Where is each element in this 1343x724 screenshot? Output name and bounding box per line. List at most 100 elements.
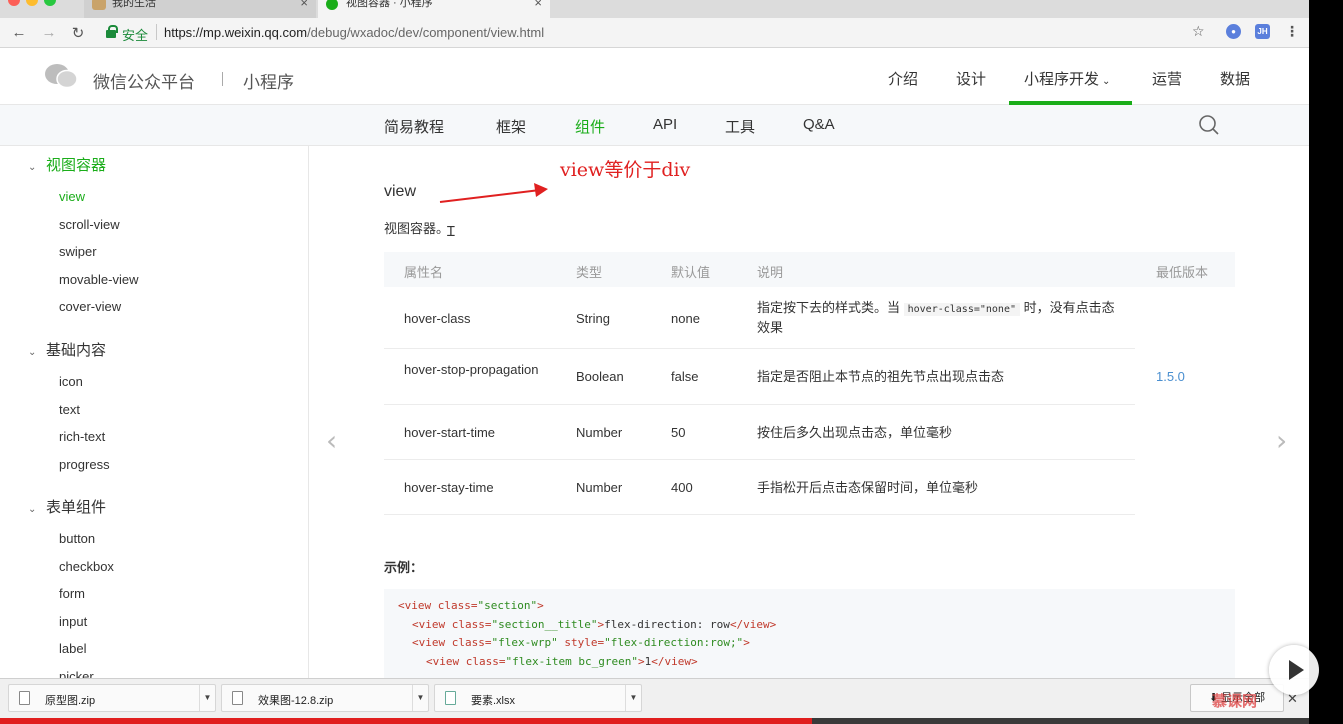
code-line: <view class="section"> xyxy=(398,599,544,612)
menu-kebab-icon[interactable]: ⋮ xyxy=(1285,23,1299,40)
browser-tab[interactable]: 我的生活 × xyxy=(84,0,316,18)
sidebar-group-view-containers[interactable]: ⌄ 视图容器 xyxy=(28,154,106,175)
nav-dev[interactable]: 小程序开发 ⌄ xyxy=(1024,68,1110,89)
site-header: 微信公众平台 小程序 介绍 设计 小程序开发 ⌄ 运营 数据 xyxy=(0,48,1309,105)
column-header: 类型 xyxy=(576,265,603,280)
profile-badge[interactable]: JH xyxy=(1255,24,1270,39)
chevron-down-icon: ⌄ xyxy=(28,162,37,173)
watermark: 慕课网 xyxy=(1212,693,1258,710)
play-icon[interactable] xyxy=(1269,645,1319,695)
attr-description: 指定按下去的样式类。当 hover-class="none" 时，没有点击态效果 xyxy=(757,299,1117,337)
chevron-down-icon: ⌄ xyxy=(28,347,37,358)
attr-description: 按住后多久出现点击态，单位毫秒 xyxy=(757,425,953,440)
tab-close-icon[interactable]: × xyxy=(300,0,308,9)
attr-default: none xyxy=(671,311,700,326)
previous-page-chevron-icon[interactable]: ‹ xyxy=(326,424,337,457)
sidebar-item-text[interactable]: text xyxy=(59,402,80,417)
attr-name: hover-stay-time xyxy=(404,480,494,495)
downloads-bar: 原型图.zip ▼ 效果图-12.8.zip ▼ 要素.xlsx ▼ ⬇ 显示全… xyxy=(0,678,1309,718)
url-host: https://mp.weixin.qq.com xyxy=(164,25,308,40)
sidebar-group-form-components[interactable]: ⌄ 表单组件 xyxy=(28,496,106,517)
site-name[interactable]: 微信公众平台 xyxy=(93,68,195,93)
subnav-qa[interactable]: Q&A xyxy=(803,116,835,133)
sidebar-item-rich-text[interactable]: rich-text xyxy=(59,429,105,444)
bookmark-star-icon[interactable]: ☆ xyxy=(1192,23,1205,40)
sidebar-item-progress[interactable]: progress xyxy=(59,457,110,472)
text-cursor-icon: Ɪ xyxy=(447,223,455,239)
browser-tab-active[interactable]: 视图容器 · 小程序 × xyxy=(318,0,550,18)
attr-name: hover-stop-propagation xyxy=(404,362,539,377)
sidebar-item-form[interactable]: form xyxy=(59,586,85,601)
sidebar-item-label[interactable]: label xyxy=(59,641,86,656)
chevron-down-icon: ⌄ xyxy=(1102,76,1111,87)
caret-down-icon[interactable]: ▼ xyxy=(625,685,641,711)
search-icon[interactable] xyxy=(1198,114,1220,136)
sidebar-item-icon[interactable]: icon xyxy=(59,374,83,389)
subnav-tutorial[interactable]: 简易教程 xyxy=(384,116,444,137)
subnav-tools[interactable]: 工具 xyxy=(725,116,755,137)
table-row: hover-stop-propagation Boolean false 指定是… xyxy=(384,349,1185,405)
web-page: 微信公众平台 小程序 介绍 设计 小程序开发 ⌄ 运营 数据 简易教程 框架 组件… xyxy=(0,48,1309,678)
column-header: 最低版本 xyxy=(1156,265,1209,280)
sidebar-item-movable-view[interactable]: movable-view xyxy=(59,272,138,287)
subnav-framework[interactable]: 框架 xyxy=(496,116,526,137)
download-item[interactable]: 效果图-12.8.zip ▼ xyxy=(221,684,429,712)
reload-icon[interactable]: ↻ xyxy=(69,24,87,42)
sidebar-group-basic-content[interactable]: ⌄ 基础内容 xyxy=(28,339,106,360)
site-subtitle[interactable]: 小程序 xyxy=(243,68,294,93)
url-text[interactable]: https://mp.weixin.qq.com/debug/wxadoc/de… xyxy=(164,25,544,40)
sidebar-item-button[interactable]: button xyxy=(59,531,95,546)
next-page-chevron-icon[interactable]: › xyxy=(1276,424,1287,457)
subnav-api[interactable]: API xyxy=(653,116,677,133)
sidebar-item-input[interactable]: input xyxy=(59,614,87,629)
table-row: hover-start-time Number 50 按住后多久出现点击态，单位… xyxy=(384,405,1135,460)
nav-intro[interactable]: 介绍 xyxy=(888,68,918,89)
sidebar-item-swiper[interactable]: swiper xyxy=(59,244,97,259)
caret-down-icon[interactable]: ▼ xyxy=(412,685,428,711)
attr-default: 400 xyxy=(671,480,693,495)
column-header: 默认值 xyxy=(671,265,711,280)
attr-version[interactable]: 1.5.0 xyxy=(1156,369,1185,384)
code-line: <view class="flex-item bc_green">1</view… xyxy=(426,654,698,668)
extension-icon[interactable]: ● xyxy=(1226,24,1241,39)
wechat-logo-icon[interactable] xyxy=(44,63,78,89)
lock-icon xyxy=(106,25,118,38)
attr-default: 50 xyxy=(671,425,686,440)
attr-name: hover-start-time xyxy=(404,425,496,440)
attr-description: 手指松开后点击态保留时间，单位毫秒 xyxy=(757,480,979,495)
tab-close-icon[interactable]: × xyxy=(534,0,542,9)
attr-type: String xyxy=(576,311,610,326)
nav-operation[interactable]: 运营 xyxy=(1152,68,1182,89)
sidebar-item-view[interactable]: view xyxy=(59,189,85,204)
sidebar-item-checkbox[interactable]: checkbox xyxy=(59,559,114,574)
minimize-window-button[interactable] xyxy=(26,0,38,6)
sub-navigation: 简易教程 框架 组件 API 工具 Q&A xyxy=(0,105,1309,146)
sidebar-item-scroll-view[interactable]: scroll-view xyxy=(59,217,120,232)
sidebar-item-picker[interactable]: picker xyxy=(59,669,94,678)
nav-design[interactable]: 设计 xyxy=(956,68,986,89)
desc-text: 指定按下去的样式类。当 xyxy=(757,300,904,315)
address-bar[interactable]: 安全 https://mp.weixin.qq.com/debug/wxadoc… xyxy=(98,22,1214,44)
column-header: 属性名 xyxy=(404,265,444,280)
download-item[interactable]: 原型图.zip ▼ xyxy=(8,684,216,712)
sidebar-item-cover-view[interactable]: cover-view xyxy=(59,299,121,314)
annotation-text: view等价于div xyxy=(560,159,691,181)
file-icon xyxy=(232,691,243,705)
desc-code: hover-class="none" xyxy=(903,303,1020,316)
sidebar-group-label: 视图容器 xyxy=(46,157,107,174)
caret-down-icon[interactable]: ▼ xyxy=(199,685,215,711)
page-description: 视图容器。 xyxy=(384,221,450,236)
subnav-components[interactable]: 组件 xyxy=(575,116,605,137)
attr-default: false xyxy=(671,369,699,384)
forward-arrow-icon[interactable]: → xyxy=(40,24,58,41)
code-line: <view class="flex-wrp" style="flex-direc… xyxy=(412,636,750,649)
nav-data[interactable]: 数据 xyxy=(1220,68,1250,89)
close-window-button[interactable] xyxy=(8,0,20,6)
tab-strip: 我的生活 × 视图容器 · 小程序 × xyxy=(0,0,1309,18)
maximize-window-button[interactable] xyxy=(44,0,56,6)
sidebar: ⌄ 视图容器 view scroll-view swiper movable-vi… xyxy=(0,146,309,678)
video-progress-bar[interactable] xyxy=(0,718,1309,724)
back-arrow-icon[interactable]: ← xyxy=(10,24,28,41)
table-row: hover-class String none 指定按下去的样式类。当 hove… xyxy=(384,287,1135,349)
download-item[interactable]: 要素.xlsx ▼ xyxy=(434,684,642,712)
